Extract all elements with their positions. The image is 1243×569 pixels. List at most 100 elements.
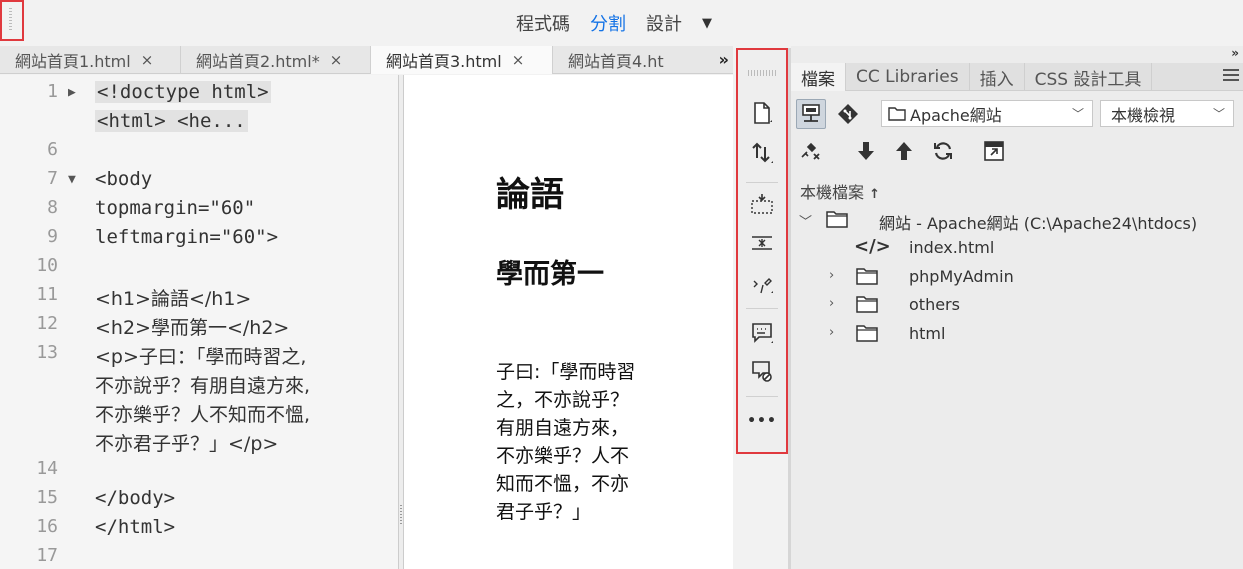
code-line: 9 leftmargin="60"> xyxy=(0,226,398,255)
code-line: 13 <p>子曰：「學而時習之, xyxy=(0,342,398,371)
put-files-icon[interactable] xyxy=(889,136,919,166)
more-tools-icon[interactable]: ••• xyxy=(746,406,778,436)
preview-heading-1: 論語 xyxy=(496,175,564,215)
tree-root-site[interactable]: ﹀ 網站 - Apache網站 (C:\Apache24\htdocs) xyxy=(791,206,1243,234)
tree-item-label: index.html xyxy=(909,238,995,257)
code-editor[interactable]: 1 ▶ <!doctype html> <html> <he... 6 7 ▼ … xyxy=(0,75,398,569)
code-text: leftmargin="60"> xyxy=(95,226,279,248)
tree-item-folder[interactable]: › phpMyAdmin xyxy=(791,263,1243,291)
refresh-icon[interactable] xyxy=(928,136,958,166)
tree-item-label: phpMyAdmin xyxy=(909,267,1014,286)
line-number: 15 xyxy=(36,487,58,508)
view-mode-dropdown-icon[interactable]: ▼ xyxy=(702,16,712,31)
folder-icon xyxy=(826,211,848,232)
code-line: 15 </body> xyxy=(0,487,398,516)
collapse-panel-icon[interactable]: » xyxy=(1231,46,1239,60)
code-line: 12 <h2>學而第一</h2> xyxy=(0,313,398,342)
toolbar-grip-highlighted[interactable] xyxy=(0,0,24,41)
tab-insert[interactable]: 插入 xyxy=(970,63,1025,91)
code-text: topmargin="60" xyxy=(95,197,256,219)
tree-item-label: others xyxy=(909,295,960,314)
tab-cc-libraries[interactable]: CC Libraries xyxy=(846,63,970,91)
folder-icon xyxy=(888,106,906,121)
expand-chevron-icon[interactable]: › xyxy=(829,268,834,283)
file-transfer-icon[interactable] xyxy=(746,138,778,168)
code-line: <html> <he... xyxy=(0,110,398,139)
view-mode-bar: 程式碼 分割 設計 ▼ xyxy=(0,0,1243,46)
chevron-down-icon: ﹀ xyxy=(1071,107,1084,121)
tab-files[interactable]: 檔案 xyxy=(791,63,846,91)
expand-chevron-icon[interactable]: › xyxy=(829,325,834,340)
folder-icon xyxy=(856,296,878,317)
site-select[interactable]: Apache網站 ﹀ xyxy=(881,100,1093,127)
code-line: 14 xyxy=(0,458,398,487)
tab-css-designer[interactable]: CSS 設計工具 xyxy=(1025,63,1153,91)
expand-arrow-icon[interactable]: ▶ xyxy=(68,85,76,100)
live-preview[interactable]: 論語 學而第一 子曰:「學而時習之，不亦說乎？有朋自遠方來，不亦樂乎？人不知而不… xyxy=(404,75,733,569)
remove-comment-icon[interactable] xyxy=(746,356,778,386)
expand-panel-icon[interactable] xyxy=(979,136,1009,166)
folder-icon xyxy=(856,325,878,346)
expand-code-icon[interactable] xyxy=(746,190,778,220)
collapse-arrow-icon[interactable]: ▼ xyxy=(68,172,76,187)
code-line: 不亦君子乎？」</p> xyxy=(0,429,398,458)
line-number: 1 xyxy=(47,81,58,102)
more-tabs-icon[interactable]: » xyxy=(719,50,729,69)
tree-item-folder[interactable]: › others xyxy=(791,291,1243,319)
connect-disconnect-icon[interactable] xyxy=(796,136,826,166)
tab-label: 網站首頁2.html* xyxy=(196,52,320,71)
collapse-chevron-icon[interactable]: ﹀ xyxy=(799,211,812,230)
line-number: 11 xyxy=(36,284,58,305)
code-text: <h2>學而第一</h2> xyxy=(95,317,290,339)
code-text: <body xyxy=(95,168,153,190)
toolbar-divider xyxy=(746,308,778,309)
comment-icon[interactable] xyxy=(746,318,778,348)
code-text: 不亦君子乎？」</p> xyxy=(95,433,279,455)
preview-paragraph: 子曰:「學而時習之，不亦說乎？有朋自遠方來，不亦樂乎？人不知而不慍，不亦君子乎？… xyxy=(496,361,636,523)
design-view-button[interactable]: 設計 xyxy=(646,10,682,36)
code-line: 不亦樂乎？人不知而不慍, xyxy=(0,400,398,429)
panel-menu-icon[interactable] xyxy=(1223,69,1239,81)
tab-document-2[interactable]: 網站首頁2.html* × xyxy=(181,46,371,74)
divider-grip xyxy=(400,505,402,525)
tree-item-folder[interactable]: › html xyxy=(791,320,1243,348)
grip-dots xyxy=(9,8,12,32)
chevron-down-icon: ﹀ xyxy=(1212,107,1225,121)
tree-item-label: html xyxy=(909,324,946,343)
line-number: 10 xyxy=(36,255,58,276)
select-parent-tag-icon[interactable] xyxy=(746,268,778,298)
split-view-button[interactable]: 分割 xyxy=(590,10,626,36)
code-text: </body> xyxy=(95,487,176,509)
tab-label: 網站首頁3.html xyxy=(386,52,502,71)
collapse-code-icon[interactable] xyxy=(746,228,778,258)
code-line: 1 ▶ <!doctype html> xyxy=(0,81,398,110)
git-icon[interactable] xyxy=(833,99,863,129)
code-line: 8 topmargin="60" xyxy=(0,197,398,226)
line-number: 12 xyxy=(36,313,58,334)
tree-root-label: 網站 - Apache網站 (C:\Apache24\htdocs) xyxy=(879,214,1198,233)
tab-document-1[interactable]: 網站首頁1.html × xyxy=(0,46,181,74)
sort-arrow-icon: ↑ xyxy=(869,187,881,202)
expand-chevron-icon[interactable]: › xyxy=(829,296,834,311)
local-files-header[interactable]: 本機檔案 ↑ xyxy=(800,179,880,203)
code-text: </html> xyxy=(95,516,176,538)
local-files-view-icon[interactable] xyxy=(796,99,826,129)
get-files-icon[interactable] xyxy=(851,136,881,166)
line-number: 13 xyxy=(36,342,58,363)
tab-document-4[interactable]: 網站首頁4.ht xyxy=(553,46,673,74)
new-document-icon[interactable] xyxy=(746,98,778,128)
code-file-icon: </> xyxy=(854,236,891,257)
code-view-button[interactable]: 程式碼 xyxy=(516,10,570,36)
close-tab-icon[interactable]: × xyxy=(512,51,525,69)
line-number: 17 xyxy=(36,545,58,566)
code-line: 11 <h1>論語</h1> xyxy=(0,284,398,313)
tab-document-3[interactable]: 網站首頁3.html × xyxy=(371,46,553,74)
close-tab-icon[interactable]: × xyxy=(330,51,343,69)
tab-label: 網站首頁1.html xyxy=(15,52,131,71)
tree-item-file[interactable]: </> index.html xyxy=(791,234,1243,262)
close-tab-icon[interactable]: × xyxy=(141,51,154,69)
code-text: <html> <he... xyxy=(95,110,248,132)
toolbar-grip[interactable] xyxy=(748,70,776,76)
line-number: 14 xyxy=(36,458,58,479)
view-select[interactable]: 本機檢視 ﹀ xyxy=(1100,100,1234,127)
